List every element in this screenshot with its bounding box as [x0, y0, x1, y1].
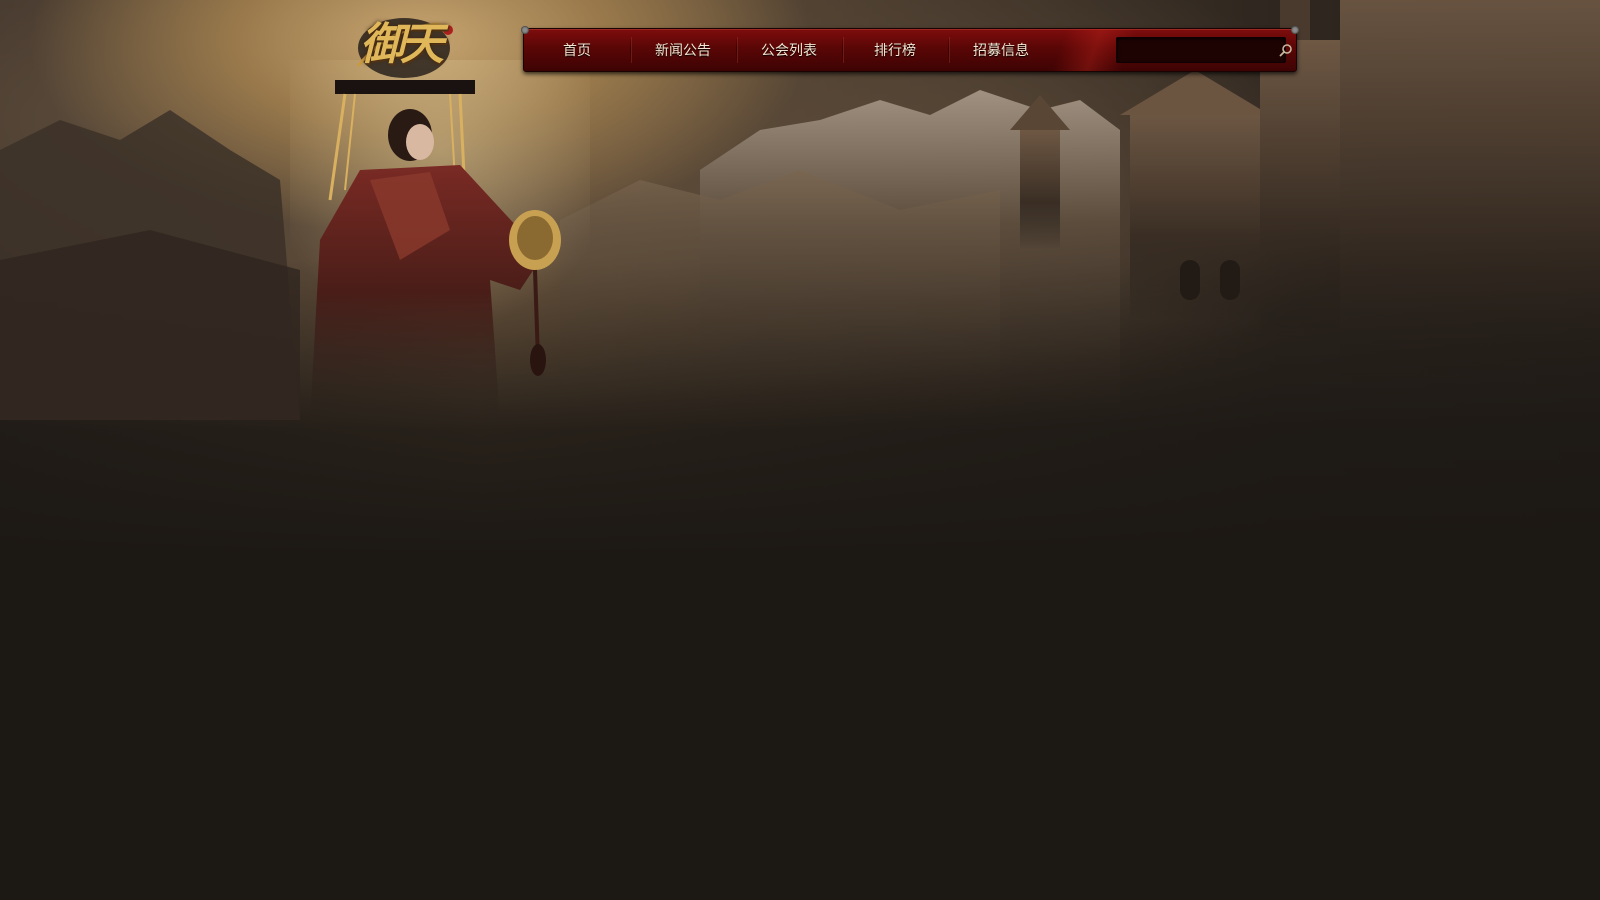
nav-item-guild-list[interactable]: 公会列表 — [736, 29, 842, 71]
nav-item-home[interactable]: 首页 — [524, 29, 630, 71]
nav-item-recruitment[interactable]: 招募信息 — [948, 29, 1054, 71]
main-nav-bar: 首页 新闻公告 公会列表 排行榜 招募信息 — [521, 26, 1299, 72]
search-icon — [1279, 44, 1292, 57]
logo-text: 御天 — [360, 19, 444, 70]
nav-item-label: 排行榜 — [874, 43, 916, 59]
nav-item-label: 新闻公告 — [655, 43, 711, 59]
search-button[interactable] — [1279, 39, 1293, 61]
nav-item-rankings[interactable]: 排行榜 — [842, 29, 948, 71]
nav-corner-rivet-right — [1291, 26, 1299, 34]
nav-item-label: 招募信息 — [973, 43, 1029, 59]
game-logo[interactable]: 御天 — [330, 6, 470, 84]
nav-menu: 首页 新闻公告 公会列表 排行榜 招募信息 — [524, 29, 1054, 71]
search-input[interactable] — [1117, 39, 1279, 61]
nav-item-label: 首页 — [563, 43, 591, 59]
nav-item-news[interactable]: 新闻公告 — [630, 29, 736, 71]
search-box — [1116, 37, 1292, 63]
empress-character-illustration — [290, 60, 590, 420]
nav-item-label: 公会列表 — [761, 43, 817, 59]
page-root: 御天 首页 新闻公告 公会列表 排行榜 招募信息 — [0, 0, 1600, 900]
